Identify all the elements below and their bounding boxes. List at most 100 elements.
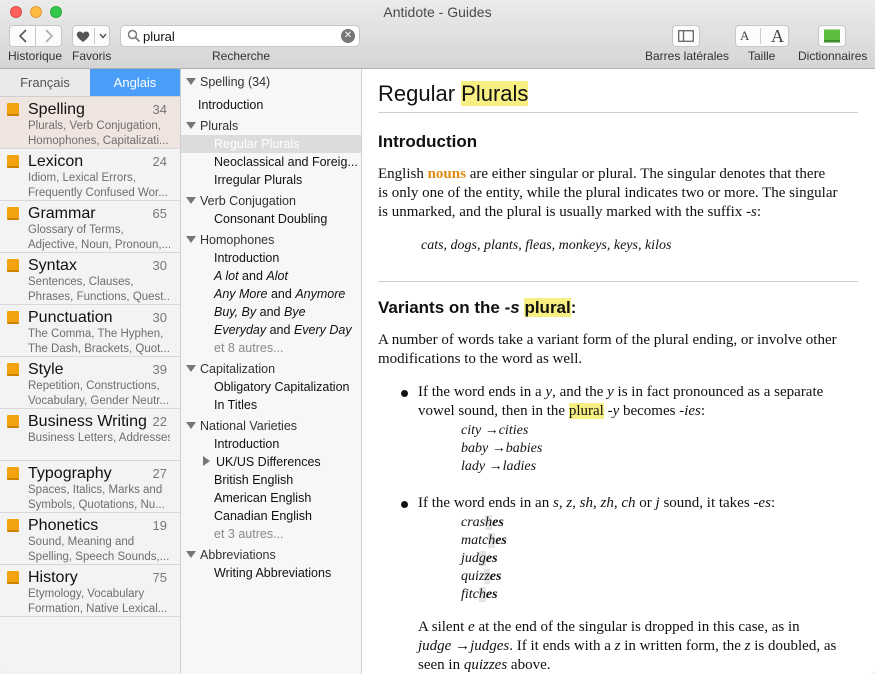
toc-item-everyday[interactable]: Everyday and Every Day: [181, 321, 361, 339]
toc-item-label: Writing Abbreviations: [214, 566, 332, 580]
toc-item-obligatory-capitalization[interactable]: Obligatory Capitalization: [181, 378, 361, 396]
guide-item-history[interactable]: History 75 Etymology, Vocabulary Formati…: [0, 565, 180, 617]
disclosure-down-icon[interactable]: [186, 78, 196, 86]
toc-item-label: Bye: [283, 305, 306, 319]
guide-item-typography[interactable]: Typography 27 Spaces, Italics, Marks and…: [0, 461, 180, 513]
disclosure-down-icon[interactable]: [186, 551, 196, 559]
guide-item-lexicon[interactable]: Lexicon 24 Idiom, Lexical Errors, Freque…: [0, 149, 180, 201]
example-row: crashes: [461, 514, 504, 532]
text-smaller-icon[interactable]: A: [740, 28, 749, 44]
example-word: cities: [498, 423, 529, 438]
guide-item-style[interactable]: Style 39 Repetition, Constructions, Voca…: [0, 357, 180, 409]
example-word: babies: [505, 441, 543, 456]
guide-item-grammar[interactable]: Grammar 65 Glossary of Terms, Adjective,…: [0, 201, 180, 253]
bullet-icon: [401, 390, 408, 397]
arrow-icon: →: [455, 638, 471, 654]
guide-title: Business Writing: [28, 413, 147, 430]
disclosure-down-icon[interactable]: [186, 122, 196, 130]
bullet-y-rule: If the word ends in a y, and the y is in…: [418, 383, 863, 421]
toc-section-capitalization[interactable]: Capitalization: [181, 360, 361, 378]
divider: [378, 112, 858, 113]
toc-item-national-introduction[interactable]: Introduction: [181, 435, 361, 453]
heading-text: -s: [504, 298, 520, 317]
text: is doubled, as: [750, 638, 837, 654]
toc-item-label: A lot: [214, 269, 239, 283]
nouns-link[interactable]: nouns: [428, 166, 466, 182]
tab-anglais[interactable]: Anglais: [90, 69, 180, 96]
favorites-button[interactable]: [72, 25, 110, 47]
toc-item-more-national[interactable]: et 3 autres...: [181, 525, 361, 543]
toc-item-irregular-plurals[interactable]: Irregular Plurals: [181, 171, 361, 189]
sidebars-button[interactable]: [672, 25, 700, 47]
toc-item-in-titles[interactable]: In Titles: [181, 396, 361, 414]
text-size-control[interactable]: A A: [735, 25, 789, 47]
toc-item-label: Irregular Plurals: [214, 173, 303, 187]
guide-title: Grammar: [28, 205, 96, 222]
toc-section-label: National Varieties: [200, 419, 298, 433]
toc-item-writing-abbreviations[interactable]: Writing Abbreviations: [181, 564, 361, 582]
guide-content: Regular Plurals Introduction English nou…: [362, 69, 875, 674]
search-highlight: plural: [568, 403, 604, 419]
toc-section-label: Capitalization: [200, 362, 276, 376]
disclosure-down-icon[interactable]: [186, 197, 196, 205]
guide-description: Formation, Native Lexical...: [28, 603, 168, 615]
guide-description: Sound, Meaning and: [28, 536, 135, 548]
guide-item-punctuation[interactable]: Punctuation 30 The Comma, The Hyphen, Th…: [0, 305, 180, 357]
guide-description: Homophones, Capitalizati...: [28, 135, 169, 147]
toc-item-label: and: [269, 323, 291, 337]
text: -ies: [679, 403, 701, 419]
toc-item-buy-by-bye[interactable]: Buy, By and Bye: [181, 303, 361, 321]
text: judge: [418, 638, 452, 654]
tab-francais[interactable]: Français: [0, 69, 90, 96]
clear-search-icon[interactable]: ✕: [341, 29, 355, 43]
toc-section-abbreviations[interactable]: Abbreviations: [181, 546, 361, 564]
toc-section-homophones[interactable]: Homophones: [181, 231, 361, 249]
text-larger-icon[interactable]: A: [771, 26, 784, 47]
guide-item-spelling[interactable]: Spelling 34 Plurals, Verb Conjugation, H…: [0, 97, 180, 149]
guide-item-business-writing[interactable]: Business Writing 22 Business Letters, Ad…: [0, 409, 180, 461]
toc-item-a-lot[interactable]: A lot and Alot: [181, 267, 361, 285]
example-word: fitc: [461, 587, 479, 602]
toc-section-verb-conjugation[interactable]: Verb Conjugation: [181, 192, 361, 210]
toc-item-american-english[interactable]: American English: [181, 489, 361, 507]
search-field[interactable]: ✕: [120, 25, 360, 47]
back-button[interactable]: [9, 25, 36, 47]
disclosure-right-icon[interactable]: [203, 456, 210, 466]
toc-item-consonant-doubling[interactable]: Consonant Doubling: [181, 210, 361, 228]
toc-section-label: Abbreviations: [200, 548, 276, 562]
disclosure-down-icon[interactable]: [186, 236, 196, 244]
disclosure-down-icon[interactable]: [186, 365, 196, 373]
toc-item-any-more[interactable]: Any More and Anymore: [181, 285, 361, 303]
text: ,: [572, 495, 580, 511]
text: sound, it takes: [659, 495, 754, 511]
language-tabs: Français Anglais: [0, 69, 180, 97]
toc-item-introduction[interactable]: Introduction: [181, 96, 361, 114]
toc-item-more-homophones[interactable]: et 8 autres...: [181, 339, 361, 357]
guide-description: Spelling, Speech Sounds,...: [28, 551, 170, 563]
guide-item-syntax[interactable]: Syntax 30 Sentences, Clauses, Phrases, F…: [0, 253, 180, 305]
forward-button[interactable]: [35, 25, 62, 47]
search-input[interactable]: [143, 28, 333, 44]
toc-item-canadian-english[interactable]: Canadian English: [181, 507, 361, 525]
toc-item-label: British English: [214, 473, 294, 487]
dictionaries-button[interactable]: [818, 25, 846, 47]
toc-item-uk-us-differences[interactable]: UK/US Differences: [181, 453, 361, 471]
guide-title: Style: [28, 361, 64, 378]
example-row: matches: [461, 532, 507, 550]
toc-item-label: UK/US Differences: [216, 455, 321, 469]
toc-section-spelling[interactable]: Spelling (34): [181, 73, 361, 91]
text: -es: [753, 495, 771, 511]
guide-count: 22: [152, 414, 167, 429]
disclosure-down-icon[interactable]: [186, 422, 196, 430]
toc-item-homophones-introduction[interactable]: Introduction: [181, 249, 361, 267]
toc-item-british-english[interactable]: British English: [181, 471, 361, 489]
toc-item-neoclassical[interactable]: Neoclassical and Foreig...: [181, 153, 361, 171]
guide-item-phonetics[interactable]: Phonetics 19 Sound, Meaning and Spelling…: [0, 513, 180, 565]
toc-section-national-varieties[interactable]: National Varieties: [181, 417, 361, 435]
text: :: [770, 495, 776, 511]
toc-item-regular-plurals[interactable]: Regular Plurals: [181, 135, 361, 153]
toc-item-label: Introduction: [214, 437, 280, 451]
toc-section-plurals[interactable]: Plurals: [181, 117, 361, 135]
toc-item-label: Buy, By: [214, 305, 257, 319]
book-icon: [7, 363, 19, 376]
